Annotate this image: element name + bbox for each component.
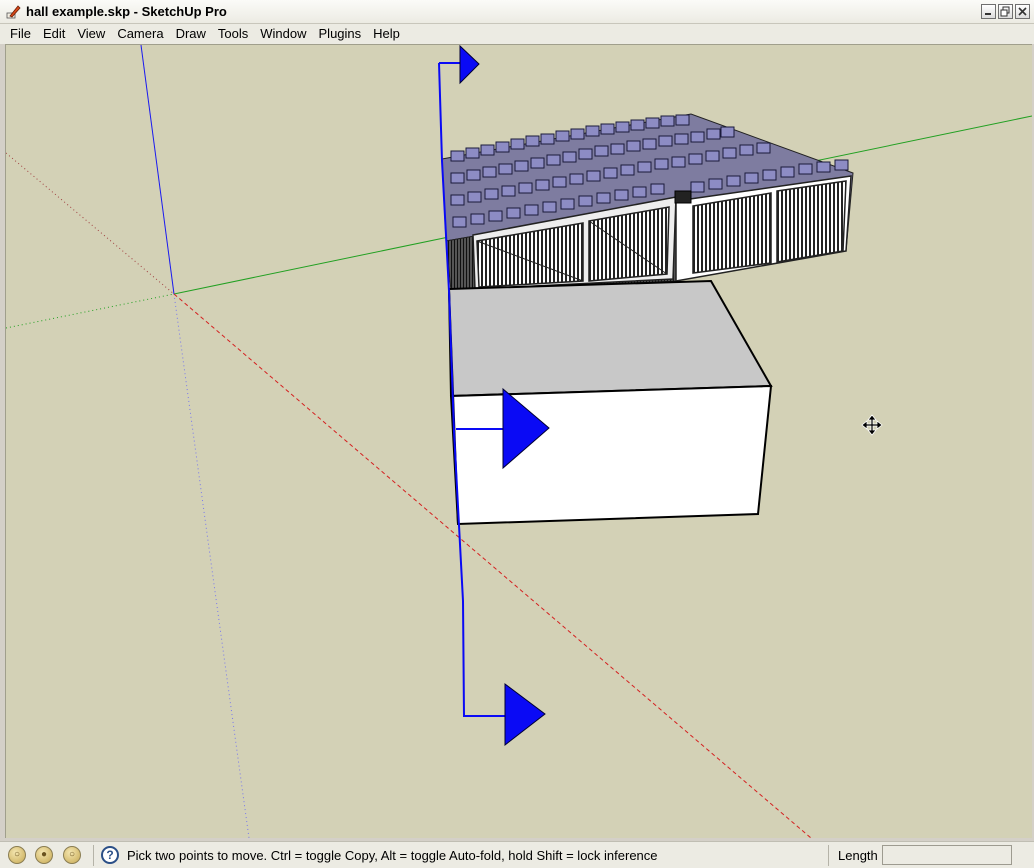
arrow-head-bottom bbox=[504, 683, 546, 747]
measurements-input[interactable] bbox=[882, 845, 1012, 865]
green-axis-negative bbox=[6, 293, 175, 329]
menu-edit[interactable]: Edit bbox=[37, 24, 71, 44]
blue-axis-negative bbox=[173, 293, 250, 838]
maximize-button[interactable] bbox=[998, 4, 1013, 19]
arrow-head-top bbox=[459, 45, 480, 85]
menu-view[interactable]: View bbox=[71, 24, 111, 44]
geo-location-icon[interactable]: ○ bbox=[8, 846, 26, 864]
status-divider bbox=[93, 845, 94, 866]
menu-help[interactable]: Help bbox=[367, 24, 406, 44]
window-controls bbox=[981, 4, 1030, 19]
close-button[interactable] bbox=[1015, 4, 1030, 19]
vcb-label: Length bbox=[838, 848, 878, 863]
close-icon bbox=[1018, 7, 1027, 16]
blue-axis bbox=[140, 45, 175, 295]
minimize-button[interactable] bbox=[981, 4, 996, 19]
help-icon[interactable]: ? bbox=[101, 846, 119, 864]
status-message: Pick two points to move. Ctrl = toggle C… bbox=[127, 848, 658, 863]
sketchup-pencil-icon bbox=[6, 5, 21, 19]
menu-tools[interactable]: Tools bbox=[212, 24, 254, 44]
sign-in-icon[interactable]: ○ bbox=[63, 846, 81, 864]
move-cursor-icon bbox=[861, 414, 883, 436]
credits-icon[interactable]: ● bbox=[35, 846, 53, 864]
menu-window[interactable]: Window bbox=[254, 24, 312, 44]
model-canvas bbox=[6, 45, 1032, 838]
menu-draw[interactable]: Draw bbox=[170, 24, 212, 44]
status-bar: ○ ● ○ ? Pick two points to move. Ctrl = … bbox=[0, 841, 1034, 868]
restore-icon bbox=[1000, 6, 1010, 17]
menu-plugins[interactable]: Plugins bbox=[313, 24, 368, 44]
red-axis-negative bbox=[6, 152, 175, 295]
box-volume[interactable] bbox=[447, 279, 773, 526]
menu-bar: File Edit View Camera Draw Tools Window … bbox=[0, 24, 1034, 44]
window-title: hall example.skp - SketchUp Pro bbox=[26, 4, 227, 19]
status-divider bbox=[828, 845, 829, 866]
menu-camera[interactable]: Camera bbox=[111, 24, 169, 44]
menu-file[interactable]: File bbox=[4, 24, 37, 44]
minimize-icon bbox=[985, 13, 991, 15]
drawing-viewport[interactable] bbox=[5, 44, 1032, 838]
title-bar: hall example.skp - SketchUp Pro bbox=[0, 0, 1034, 24]
